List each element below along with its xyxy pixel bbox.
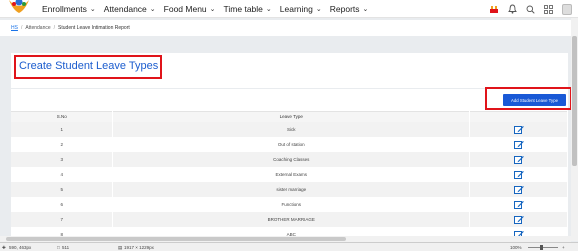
nav-learning[interactable]: Learning ⌄ xyxy=(280,4,322,14)
nav-label: Learning xyxy=(279,4,313,14)
chevron-down-icon: ⌄ xyxy=(89,6,96,13)
cell-sno: 4 xyxy=(11,166,114,182)
cell-sno: 6 xyxy=(11,196,114,212)
edit-icon[interactable] xyxy=(513,215,524,224)
column-header-actions xyxy=(469,111,568,122)
table-row: 1 Sick xyxy=(11,121,568,137)
nav-enrollments[interactable]: Enrollments ⌄ xyxy=(42,4,96,14)
school-logo-icon[interactable] xyxy=(7,0,31,14)
edit-icon[interactable] xyxy=(513,185,524,194)
nav-time-table[interactable]: Time table ⌄ xyxy=(224,4,272,14)
cell-sno: 1 xyxy=(11,121,114,137)
horizontal-scroll-thumb[interactable] xyxy=(6,237,346,241)
grid-menu-icon[interactable] xyxy=(544,4,553,14)
breadcrumb-current: Student Leave Intimation Report xyxy=(58,25,130,31)
table-header-row: S.No Leave Type xyxy=(11,111,568,122)
chevron-down-icon: ⌄ xyxy=(315,6,322,13)
table-row: 6 Functions xyxy=(11,196,568,212)
cell-sno: 7 xyxy=(11,211,114,227)
edit-icon[interactable] xyxy=(513,170,524,179)
chevron-down-icon: ⌄ xyxy=(209,6,216,13)
table-row: 7 BROTHER MARRIAGE xyxy=(11,211,568,227)
chevron-down-icon: ⌄ xyxy=(265,6,272,13)
vertical-scroll-thumb[interactable] xyxy=(572,36,577,166)
chevron-down-icon: ⌄ xyxy=(362,6,369,13)
nav-attendance[interactable]: Attendance ⌄ xyxy=(104,4,156,14)
highlight-box-title xyxy=(14,55,162,79)
edit-cell xyxy=(469,151,568,167)
table-row: 5 sister marriage xyxy=(11,181,568,197)
avatar[interactable] xyxy=(562,3,572,15)
cell-leave-type: External Exams xyxy=(112,166,471,182)
cell-leave-type: Functions xyxy=(112,196,471,212)
cell-sno: 3 xyxy=(11,151,114,167)
edit-cell xyxy=(469,181,568,197)
cell-leave-type: Out of station xyxy=(112,136,471,152)
vertical-scrollbar[interactable] xyxy=(571,18,578,241)
table-row: 3 Coaching Classes xyxy=(11,151,568,167)
nav-label: Time table xyxy=(223,4,263,14)
edit-icon[interactable] xyxy=(513,155,524,164)
celebration-icon[interactable] xyxy=(489,4,499,14)
nav-label: Attendance xyxy=(103,4,147,14)
nav-label: Food Menu xyxy=(163,4,207,14)
breadcrumb-attendance[interactable]: Attendance xyxy=(25,25,50,31)
cell-leave-type: Coaching Classes xyxy=(112,151,471,167)
edit-icon[interactable] xyxy=(513,200,524,209)
cursor-position-icon: ✚ xyxy=(2,245,6,250)
zoom-level: 100% xyxy=(510,245,522,250)
selection-size: 511 xyxy=(62,245,70,250)
cell-sno: 2 xyxy=(11,136,114,152)
top-navbar: Enrollments ⌄ Attendance ⌄ Food Menu ⌄ Time… xyxy=(0,0,578,18)
edit-cell xyxy=(469,196,568,212)
cell-leave-type: BROTHER MARRIAGE xyxy=(112,211,471,227)
cell-sno: 5 xyxy=(11,181,114,197)
edit-cell xyxy=(469,166,568,182)
leave-types-table: S.No Leave Type 1 Sick 2 Out of station 3 Coa… xyxy=(11,111,568,242)
breadcrumb-separator: / xyxy=(20,25,23,31)
zoom-in-icon[interactable]: + xyxy=(562,245,565,250)
selection-icon: □ xyxy=(57,245,60,250)
table-row: 4 External Exams xyxy=(11,166,568,182)
nav-actions xyxy=(480,2,572,16)
zoom-slider-handle[interactable] xyxy=(540,245,543,250)
status-bar: ✚ 590, 463px □ 511 ▤ 1917 × 1229px 100% … xyxy=(0,242,578,251)
table-row: 2 Out of station xyxy=(11,136,568,152)
breadcrumb-home-link[interactable]: HS xyxy=(11,25,18,31)
cell-leave-type: sister marriage xyxy=(112,181,471,197)
cursor-coords: 590, 463px xyxy=(9,245,32,250)
breadcrumb: HS / Attendance / Student Leave Intimati… xyxy=(0,20,578,36)
main-menu: Enrollments ⌄ Attendance ⌄ Food Menu ⌄ Time… xyxy=(42,3,376,15)
zoom-slider[interactable] xyxy=(528,247,558,248)
column-header-sno: S.No xyxy=(11,111,114,122)
nav-label: Reports xyxy=(329,4,360,14)
edit-cell xyxy=(469,136,568,152)
breadcrumb-separator: / xyxy=(53,25,56,31)
cell-leave-type: Sick xyxy=(112,121,471,137)
edit-icon[interactable] xyxy=(513,125,524,134)
nav-food-menu[interactable]: Food Menu ⌄ xyxy=(164,4,216,14)
edit-icon[interactable] xyxy=(513,140,524,149)
image-size-icon: ▤ xyxy=(118,245,123,250)
edit-cell xyxy=(469,211,568,227)
chevron-down-icon: ⌄ xyxy=(149,6,156,13)
search-icon[interactable] xyxy=(526,5,535,14)
nav-reports[interactable]: Reports ⌄ xyxy=(330,4,369,14)
image-size: 1917 × 1229px xyxy=(124,245,154,250)
nav-label: Enrollments xyxy=(42,4,87,14)
edit-cell xyxy=(469,121,568,137)
highlight-box-button xyxy=(485,87,572,110)
bell-icon[interactable] xyxy=(508,4,517,14)
column-header-leave-type: Leave Type xyxy=(112,111,471,122)
